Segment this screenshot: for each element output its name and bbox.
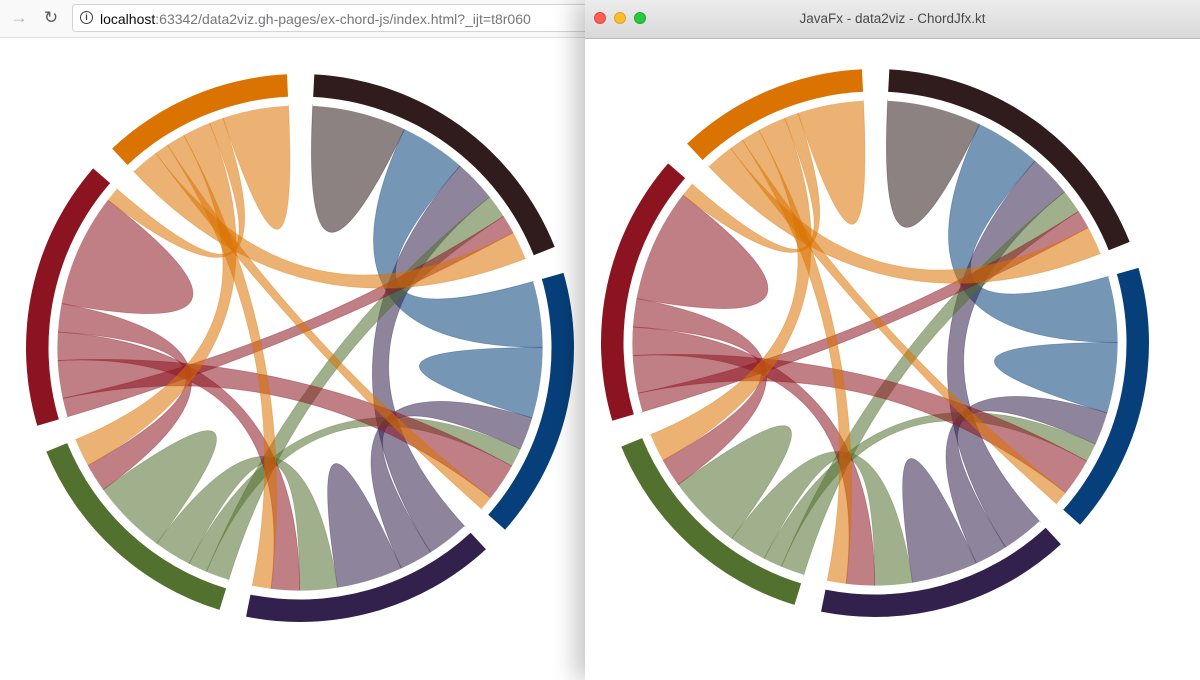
url-host: localhost [100,11,156,27]
browser-window: → ↻ i localhost:63342/data2viz.gh-pages/… [0,0,612,668]
forward-arrow-icon[interactable]: → [10,9,28,27]
url-path: :63342/data2viz.gh-pages/ex-chord-js/ind… [155,11,531,27]
url-bar[interactable]: i localhost:63342/data2viz.gh-pages/ex-c… [72,4,612,32]
info-icon[interactable]: i [80,11,93,24]
javafx-window: JavaFx - data2viz - ChordJfx.kt [585,0,1200,680]
window-title: JavaFx - data2viz - ChordJfx.kt [799,11,986,26]
browser-chord-chart [26,74,574,622]
browser-toolbar: → ↻ i localhost:63342/data2viz.gh-pages/… [0,0,612,38]
javafx-titlebar[interactable]: JavaFx - data2viz - ChordJfx.kt [585,0,1200,39]
url-text: localhost:63342/data2viz.gh-pages/ex-cho… [100,11,531,27]
reload-icon[interactable]: ↻ [42,9,60,27]
javafx-chord-chart [601,69,1149,617]
